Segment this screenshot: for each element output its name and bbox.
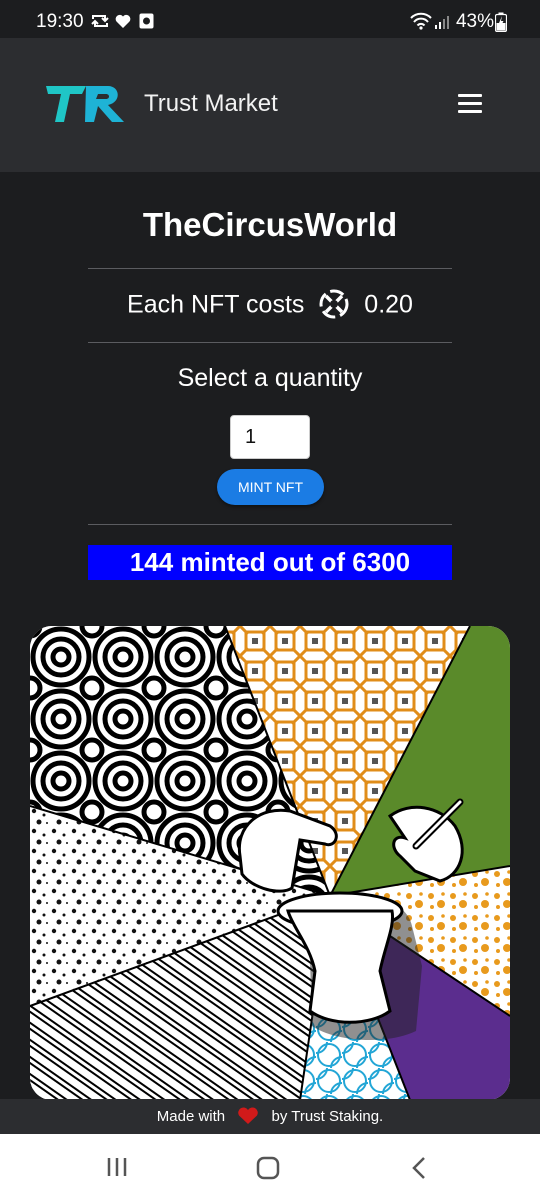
home-icon[interactable] xyxy=(256,1156,280,1180)
divider xyxy=(88,268,452,269)
cost-label: Each NFT costs xyxy=(127,290,305,319)
minted-progress: 144 minted out of 6300 xyxy=(88,545,452,580)
status-bar: 19:30 43% xyxy=(0,0,540,42)
mint-nft-button[interactable]: MINT NFT xyxy=(217,469,324,505)
hamburger-menu-icon[interactable] xyxy=(458,94,482,114)
divider xyxy=(88,342,452,343)
quantity-input[interactable] xyxy=(230,415,310,459)
footer: Made with by Trust Staking. xyxy=(0,1099,540,1134)
heart-icon xyxy=(238,1107,259,1125)
egld-icon xyxy=(319,289,349,319)
battery-percent: 43% xyxy=(455,11,494,32)
nft-artwork-image xyxy=(30,626,510,1100)
status-time: 19:30 xyxy=(36,11,84,32)
quantity-label: Select a quantity xyxy=(177,364,363,392)
wifi-icon xyxy=(410,12,432,30)
cost-value: 0.20 xyxy=(364,290,413,319)
nft-cost: Each NFT costs 0.20 xyxy=(0,289,540,323)
footer-made-with: Made with xyxy=(156,1108,226,1125)
sync-icon xyxy=(91,15,109,27)
system-nav-bar xyxy=(0,1134,540,1200)
battery-icon xyxy=(495,12,507,32)
collection-title: TheCircusWorld xyxy=(142,206,398,243)
recent-apps-icon[interactable] xyxy=(106,1156,128,1178)
back-icon[interactable] xyxy=(410,1156,428,1180)
signal-icon xyxy=(435,16,449,29)
footer-by-text[interactable]: by Trust Staking. xyxy=(272,1108,384,1125)
heart-icon xyxy=(115,14,131,28)
trust-market-logo[interactable] xyxy=(46,86,126,124)
notification-icon xyxy=(139,13,154,29)
divider xyxy=(88,524,452,525)
brand-name[interactable]: Trust Market xyxy=(144,90,278,118)
